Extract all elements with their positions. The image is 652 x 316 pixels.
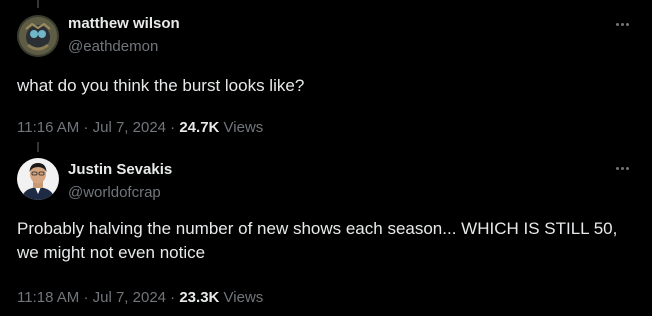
- tweet-2[interactable]: Justin Sevakis @worldofcrap Probably hal…: [0, 150, 652, 316]
- separator: ·: [170, 289, 180, 306]
- separator: ·: [83, 119, 93, 136]
- dot: [620, 166, 624, 170]
- more-options-button[interactable]: [612, 158, 632, 178]
- tweet-date[interactable]: Jul 7, 2024: [93, 289, 166, 306]
- author-name[interactable]: Justin Sevakis: [68, 161, 172, 178]
- views-count: 23.3K: [179, 289, 220, 306]
- tweet-1[interactable]: matthew wilson @eathdemon what do you th…: [0, 0, 652, 152]
- views-label: Views: [223, 289, 264, 306]
- dot: [615, 166, 619, 170]
- tweet-meta: 11:16 AM · Jul 7, 2024 · 24.7K Views: [17, 119, 263, 136]
- more-options-button[interactable]: [612, 14, 632, 34]
- tweet-text: Probably halving the number of new shows…: [17, 219, 618, 262]
- author-handle[interactable]: @worldofcrap: [68, 184, 161, 201]
- avatar-image-icon: [17, 158, 59, 200]
- dot: [620, 22, 624, 26]
- dot: [625, 22, 629, 26]
- avatar[interactable]: [17, 15, 59, 57]
- dot: [615, 22, 619, 26]
- separator: ·: [83, 289, 93, 306]
- thread-connector-line: [37, 0, 39, 8]
- tweet-time[interactable]: 11:18 AM: [17, 289, 79, 306]
- author-name[interactable]: matthew wilson: [68, 15, 180, 32]
- separator: ·: [170, 119, 180, 136]
- dot: [625, 166, 629, 170]
- views-label: Views: [223, 119, 264, 136]
- avatar-image-icon: [17, 15, 59, 57]
- tweet-date[interactable]: Jul 7, 2024: [93, 119, 166, 136]
- tweet-time[interactable]: 11:16 AM: [17, 119, 79, 136]
- views-count: 24.7K: [179, 119, 220, 136]
- author-handle[interactable]: @eathdemon: [68, 38, 158, 55]
- avatar[interactable]: [17, 158, 59, 200]
- tweet-text: what do you think the burst looks like?: [17, 76, 305, 95]
- tweet-meta: 11:18 AM · Jul 7, 2024 · 23.3K Views: [17, 289, 263, 306]
